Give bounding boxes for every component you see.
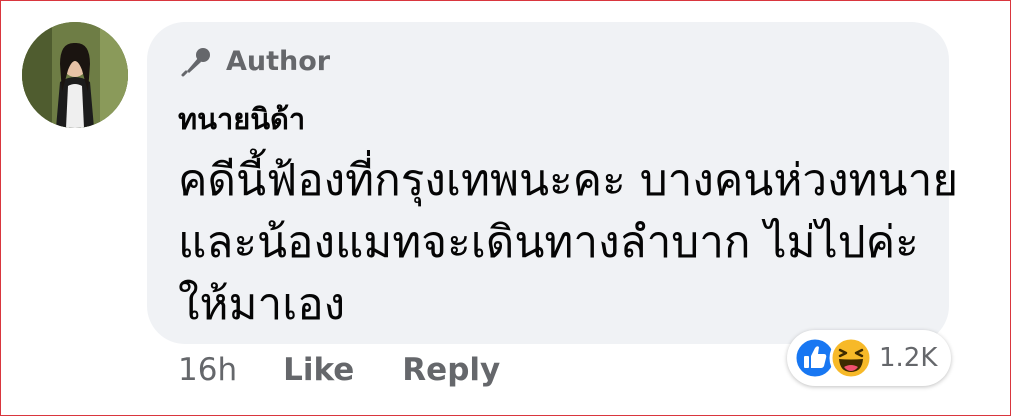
avatar[interactable] [22,22,128,128]
author-badge: Author [180,44,330,78]
haha-icon [829,336,873,380]
comment-text-line: และน้องแมทจะเดินทางลำบาก ไม่ไปค่ะ [178,217,919,268]
comment-text-line: คดีนี้ฟ้องที่กรุงเทพนะคะ บางคนห่วงทนาย [178,155,959,206]
comment-text-line: ให้มาเอง [178,279,346,330]
comment-author-name[interactable]: ทนายนิด้า [178,96,305,142]
comment-timestamp[interactable]: 16h [178,352,237,388]
reply-button[interactable]: Reply [402,352,500,388]
like-button[interactable]: Like [283,352,354,388]
comment-text: คดีนี้ฟ้องที่กรุงเทพนะคะ บางคนห่วงทนาย แ… [178,150,959,336]
reactions-summary[interactable]: 1.2K [787,330,952,386]
microphone-icon [181,48,210,77]
reaction-count: 1.2K [879,343,938,373]
author-badge-label: Author [226,45,331,77]
comment-actions: 16h Like Reply [178,352,548,388]
